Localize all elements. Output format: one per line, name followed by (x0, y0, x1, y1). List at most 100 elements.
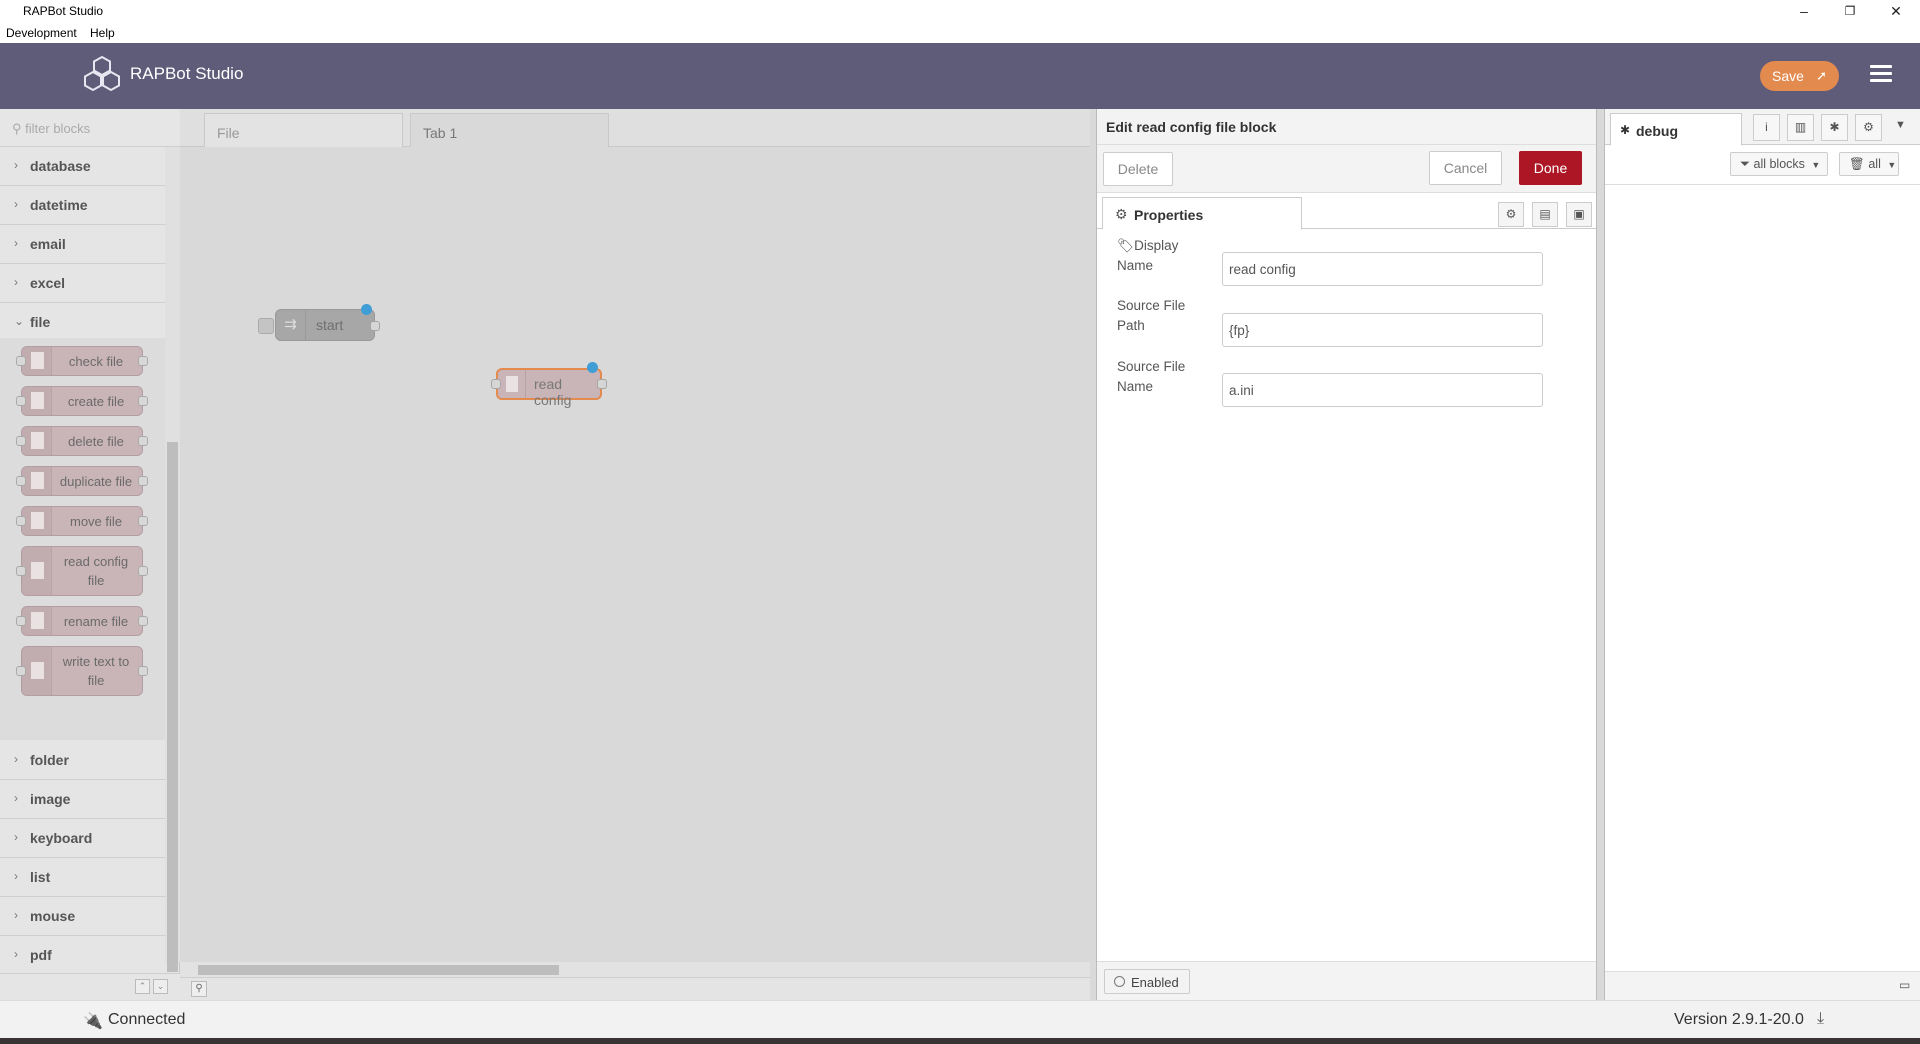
book-icon[interactable]: ▥ (1787, 114, 1814, 141)
filter-label: all blocks (1753, 157, 1805, 171)
workspace-footer: ⚲ (180, 977, 1090, 1000)
tab-label: Properties (1134, 207, 1204, 223)
display-name-input[interactable]: read config (1222, 252, 1543, 286)
palette-block-create-file[interactable]: create file (16, 386, 148, 416)
tab-properties[interactable]: ⚙ Properties (1102, 197, 1302, 230)
filter-select[interactable]: ⏷ all blocks ▼ (1730, 152, 1828, 176)
palette-block-duplicate-file[interactable]: duplicate file (16, 466, 148, 496)
maximize-button[interactable]: ❐ (1827, 0, 1873, 22)
close-button[interactable]: ✕ (1873, 0, 1919, 22)
block-label: check file (68, 353, 124, 369)
download-icon[interactable]: ⤓ (1817, 1010, 1824, 1028)
clear-select[interactable]: 🗑 all ▼ (1839, 152, 1899, 176)
file-icon (498, 370, 526, 398)
palette-scrollbar[interactable] (165, 147, 180, 972)
node-read-config[interactable]: read config (491, 362, 607, 408)
monitor-icon[interactable]: ▭ (1899, 978, 1910, 992)
file-icon (22, 427, 52, 455)
caret-down-icon: ▼ (1887, 160, 1897, 170)
tab-tab-1[interactable]: Tab 1 (410, 113, 609, 147)
info-icon[interactable]: i (1753, 114, 1780, 141)
expand-all-icon[interactable]: ⌄ (153, 979, 168, 994)
plug-icon: 🔌 (83, 1013, 103, 1030)
category-label: keyboard (30, 830, 93, 846)
filter-placeholder: filter blocks (25, 121, 91, 136)
caret-down-icon[interactable]: ▼ (1895, 119, 1906, 131)
category-keyboard[interactable]: › keyboard (0, 819, 166, 858)
menu-bar: Development Help (0, 22, 1920, 43)
palette-block-rename-file[interactable]: rename file (16, 606, 148, 636)
palette-block-delete-file[interactable]: delete file (16, 426, 148, 456)
done-button[interactable]: Done (1519, 151, 1582, 185)
file-icon (22, 387, 52, 415)
block-palette: ⚲ filter blocks › database › datetime › ema… (0, 109, 180, 1000)
category-image[interactable]: › image (0, 780, 166, 819)
chevron-right-icon: › (14, 869, 18, 883)
source-file-name-input[interactable]: a.ini (1222, 373, 1543, 407)
changed-indicator (361, 304, 372, 315)
chevron-down-icon: ⌄ (14, 314, 25, 328)
tag-icon: 🏷 (1117, 238, 1135, 253)
filter-icon: ⏷ (1740, 157, 1751, 171)
category-label: database (30, 158, 91, 174)
menu-help[interactable]: Help (90, 26, 115, 40)
block-label: write text to file (62, 654, 130, 688)
connection-status: Connected (108, 1011, 186, 1028)
category-mouse[interactable]: › mouse (0, 897, 166, 936)
category-label: file (30, 314, 51, 330)
brand-name: RAPBot Studio (130, 64, 244, 83)
delete-button[interactable]: Delete (1103, 152, 1173, 186)
source-file-path-input[interactable]: {fp} (1222, 313, 1543, 347)
debug-icon[interactable]: ✱ (1821, 114, 1848, 141)
category-label: datetime (30, 197, 88, 213)
workspace-canvas[interactable]: ⇉ start read config (180, 148, 1090, 962)
filter-blocks-input[interactable]: ⚲ filter blocks (0, 109, 180, 147)
file-icon (22, 547, 52, 595)
settings-icon[interactable]: ⚙ (1498, 202, 1524, 227)
category-pdf[interactable]: › pdf (0, 936, 166, 975)
save-button[interactable]: Save ➚ (1760, 61, 1839, 91)
palette-block-check-file[interactable]: check file (16, 346, 148, 376)
tab-debug[interactable]: ✱ debug (1610, 113, 1742, 146)
description-icon[interactable]: ▤ (1532, 202, 1558, 227)
source-file-name-label: Source File Name (1117, 359, 1186, 394)
title-bar: RAPBot Studio – ❐ ✕ (0, 0, 1920, 22)
search-icon[interactable]: ⚲ (191, 981, 207, 997)
gear-icon[interactable]: ⚙ (1855, 114, 1882, 141)
appearance-icon[interactable]: ▣ (1566, 202, 1592, 227)
cancel-button[interactable]: Cancel (1429, 151, 1502, 185)
category-list[interactable]: › list (0, 858, 166, 897)
chevron-right-icon: › (14, 830, 18, 844)
node-start[interactable]: ⇉ start (258, 304, 380, 341)
category-database[interactable]: › database (0, 147, 166, 186)
category-folder[interactable]: › folder (0, 741, 166, 780)
tab-label: debug (1636, 123, 1678, 139)
chevron-right-icon: › (14, 752, 18, 766)
circle-icon (1114, 976, 1125, 987)
category-label: image (30, 791, 71, 807)
enabled-toggle[interactable]: Enabled (1104, 969, 1190, 994)
block-label: read config file (63, 554, 129, 588)
palette-block-write-text-to-file[interactable]: write text to file (16, 646, 148, 696)
canvas-horizontal-scrollbar[interactable] (180, 962, 1090, 977)
category-email[interactable]: › email (0, 225, 166, 264)
category-excel[interactable]: › excel (0, 264, 166, 303)
block-label: delete file (68, 433, 124, 449)
menu-development[interactable]: Development (6, 26, 77, 40)
search-icon: ⚲ (12, 121, 22, 136)
category-file[interactable]: ⌄ file (0, 303, 166, 342)
palette-block-read-config-file[interactable]: read config file (16, 546, 148, 596)
caret-down-icon: ▼ (1811, 160, 1821, 170)
collapse-all-icon[interactable]: ⌃ (135, 979, 150, 994)
workspace-tabs: File Tab 1 (180, 109, 1090, 147)
debug-toolbar: ⏷ all blocks ▼ 🗑 all ▼ (1605, 145, 1920, 185)
editor-tabs: ⚙ Properties ⚙ ▤ ▣ (1097, 193, 1596, 230)
block-label: rename file (63, 613, 129, 629)
minimize-button[interactable]: – (1781, 0, 1827, 22)
bottom-edge (0, 1038, 1920, 1044)
main-menu-icon[interactable] (1870, 65, 1892, 85)
tab-file[interactable]: File (204, 113, 403, 147)
category-datetime[interactable]: › datetime (0, 186, 166, 225)
palette-block-move-file[interactable]: move file (16, 506, 148, 536)
inject-button[interactable] (258, 318, 274, 334)
